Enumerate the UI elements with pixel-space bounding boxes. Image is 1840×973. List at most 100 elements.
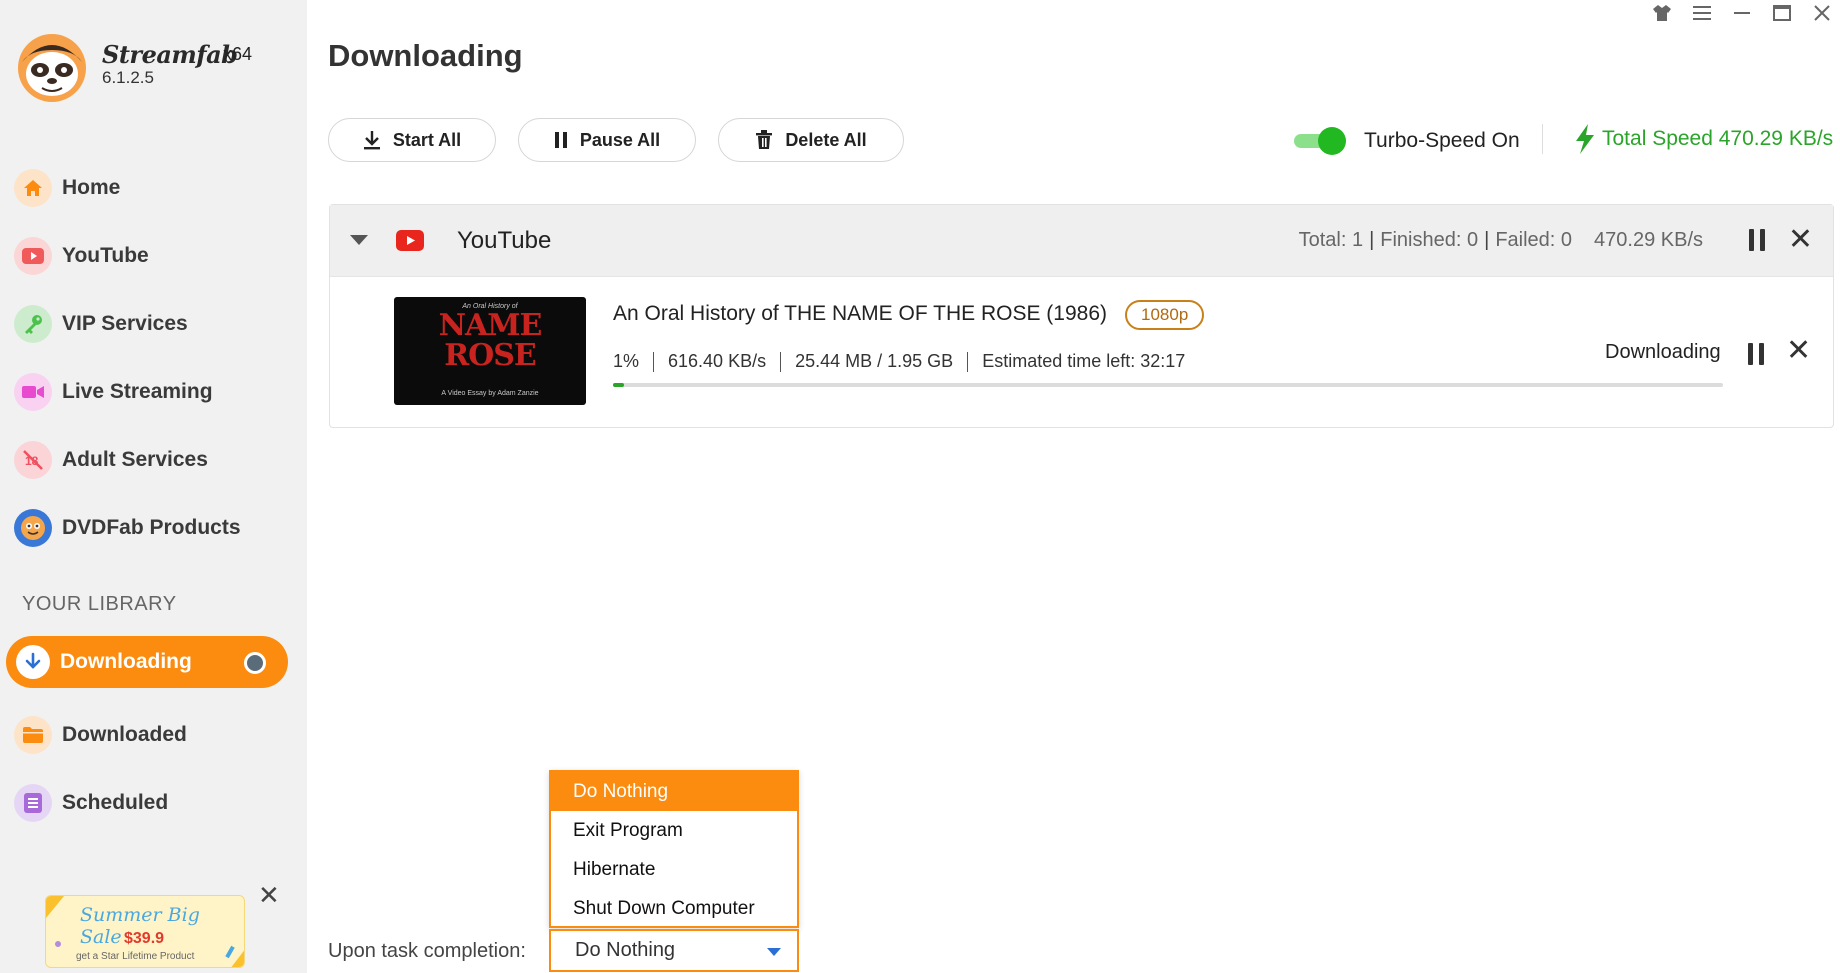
task-close-icon[interactable]: ✕ (1786, 336, 1811, 366)
nav-item-home[interactable]: Home (0, 154, 307, 222)
turbo-speed: Turbo-Speed On (1294, 126, 1520, 156)
main-nav: Home YouTube VIP Services Live Streaming… (0, 154, 307, 562)
task-pause-icon[interactable] (1748, 343, 1764, 365)
task-eta: Estimated time left: 32:17 (982, 351, 1186, 371)
group-pause-icon[interactable] (1749, 229, 1769, 253)
option-shut-down[interactable]: Shut Down Computer (551, 889, 797, 928)
task-speed: 616.40 KB/s (668, 351, 767, 371)
key-icon (14, 305, 52, 343)
start-all-button[interactable]: Start All (328, 118, 496, 162)
minimize-icon[interactable] (1730, 2, 1754, 24)
app-arch: x64 (223, 44, 253, 64)
total-speed: Total Speed 470.29 KB/s (1574, 124, 1833, 154)
window-controls (1650, 2, 1834, 24)
app-version: 6.1.2.5 (102, 68, 154, 87)
nav-label: YouTube (62, 244, 149, 267)
turbo-toggle[interactable] (1294, 126, 1348, 156)
task-progress-bar (613, 383, 1723, 387)
option-exit-program[interactable]: Exit Program (551, 811, 797, 850)
sloth-logo-icon (14, 28, 90, 104)
status-badge (244, 652, 266, 674)
option-do-nothing[interactable]: Do Nothing (551, 772, 797, 811)
divider (1542, 124, 1543, 154)
task-meta: 1% 616.40 KB/s 25.44 MB / 1.95 GB Estima… (613, 351, 1185, 372)
group-total: Total: 1 (1298, 229, 1364, 251)
nav-item-live-streaming[interactable]: Live Streaming (0, 358, 307, 426)
library-label: Downloading (60, 650, 192, 673)
thumbnail-bottom-text: A Video Essay by Adam Zanzie (441, 390, 539, 397)
promo-banner[interactable]: Summer Big Sale $39.9 get a Star Lifetim… (45, 895, 245, 968)
collapse-caret-icon[interactable] (350, 235, 368, 245)
group-finished: Finished: 0 (1380, 229, 1479, 251)
download-icon (16, 645, 50, 679)
nav-item-dvdfab-products[interactable]: DVDFab Products (0, 494, 307, 562)
skin-icon[interactable] (1650, 2, 1674, 24)
camera-icon (14, 373, 52, 411)
completion-label: Upon task completion: (328, 940, 526, 962)
svg-text:18: 18 (25, 454, 39, 468)
nav-label: VIP Services (62, 312, 188, 335)
list-icon (14, 784, 52, 822)
dvdfab-icon (14, 509, 52, 547)
youtube-icon (14, 237, 52, 275)
menu-icon[interactable] (1690, 2, 1714, 24)
completion-select[interactable]: Do Nothing (549, 929, 799, 972)
group-title: YouTube (457, 227, 552, 254)
task-progress-fill (613, 383, 625, 387)
task-percent: 1% (613, 351, 640, 371)
delete-all-label: Delete All (785, 129, 867, 150)
sidebar: Streamfab x64 6.1.2.5 Home YouTube VIP S… (0, 0, 307, 973)
nav-label: DVDFab Products (62, 516, 241, 539)
nav-label: Live Streaming (62, 380, 213, 403)
home-icon (14, 169, 52, 207)
option-hibernate[interactable]: Hibernate (551, 850, 797, 889)
nav-label: Adult Services (62, 448, 208, 471)
library-nav: Downloading Downloaded Scheduled (0, 633, 307, 837)
pause-icon (554, 132, 567, 148)
thumbnail-title-text: NAME ROSE (438, 308, 543, 373)
library-item-downloaded[interactable]: Downloaded (0, 701, 307, 769)
task-title: An Oral History of THE NAME OF THE ROSE … (613, 302, 1108, 325)
library-title: YOUR LIBRARY (22, 593, 177, 615)
video-thumbnail: An Oral History of NAME ROSE A Video Essa… (394, 297, 586, 405)
completion-dropdown: Do Nothing Exit Program Hibernate Shut D… (549, 770, 799, 928)
nav-item-adult-services[interactable]: 18 Adult Services (0, 426, 307, 494)
pause-all-button[interactable]: Pause All (518, 118, 696, 162)
turbo-label: Turbo-Speed On (1364, 129, 1520, 152)
task-status: Downloading (1605, 341, 1721, 363)
delete-all-button[interactable]: Delete All (718, 118, 904, 162)
group-header: YouTube Total: 1 | Finished: 0 | Failed:… (330, 205, 1833, 277)
group-stats: Total: 1 | Finished: 0 | Failed: 0 470.2… (1298, 229, 1703, 251)
group-speed: 470.29 KB/s (1594, 229, 1703, 251)
maximize-icon[interactable] (1770, 2, 1794, 24)
brand: Streamfab x64 6.1.2.5 (14, 28, 294, 104)
library-label: Scheduled (62, 791, 169, 814)
app-name: Streamfab (102, 40, 238, 69)
close-window-icon[interactable] (1810, 2, 1834, 24)
youtube-icon (396, 230, 424, 251)
nav-label: Home (62, 176, 121, 199)
promo-close-icon[interactable]: ✕ (258, 880, 280, 911)
pause-all-label: Pause All (579, 129, 661, 150)
start-all-label: Start All (392, 129, 462, 150)
download-icon (363, 131, 380, 150)
dropdown-caret-icon (767, 948, 781, 956)
completion-selected: Do Nothing (575, 939, 676, 961)
group-failed: Failed: 0 (1495, 229, 1573, 251)
folder-icon (14, 716, 52, 754)
group-close-icon[interactable]: ✕ (1788, 225, 1813, 255)
trash-icon (756, 130, 773, 149)
library-label: Downloaded (62, 723, 187, 746)
promo-subtitle: get a Star Lifetime Product (76, 951, 195, 962)
download-group: YouTube Total: 1 | Finished: 0 | Failed:… (329, 204, 1834, 428)
promo-price: $39.9 (124, 930, 165, 947)
total-speed-value: Total Speed 470.29 KB/s (1602, 127, 1834, 150)
library-item-scheduled[interactable]: Scheduled (0, 769, 307, 837)
task-size: 25.44 MB / 1.95 GB (795, 351, 954, 371)
nav-item-youtube[interactable]: YouTube (0, 222, 307, 290)
quality-badge: 1080p (1125, 300, 1205, 330)
nav-item-vip-services[interactable]: VIP Services (0, 290, 307, 358)
page-title: Downloading (328, 38, 523, 73)
library-item-downloading[interactable]: Downloading (6, 636, 288, 688)
no-adult-icon: 18 (14, 441, 52, 479)
